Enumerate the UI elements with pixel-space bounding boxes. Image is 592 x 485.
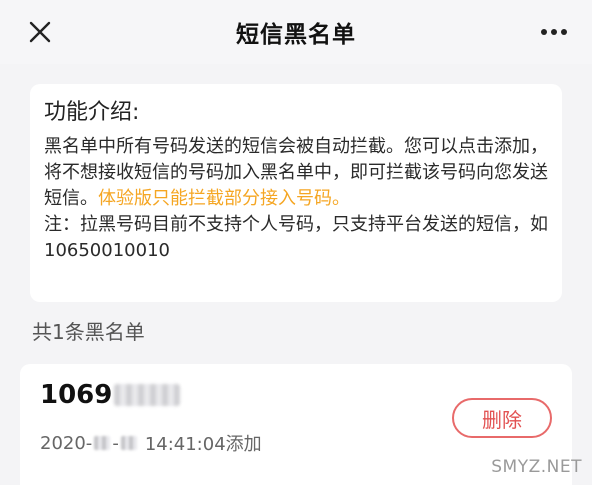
intro-highlight-text: 体验版只能拦截部分接入号码。: [98, 188, 350, 209]
more-icon: [541, 29, 567, 35]
redacted-day: [120, 436, 137, 450]
close-button[interactable]: [22, 14, 58, 50]
intro-note: 注：拉黑号码目前不支持个人号码，只支持平台发送的短信，如10650010010: [44, 214, 548, 261]
intro-body: 黑名单中所有号码发送的短信会被自动拦截。您可以点击添加，将不想接收短信的号码加入…: [44, 134, 548, 212]
intro-title: 功能介绍:: [44, 100, 140, 125]
date-separator: -: [112, 432, 119, 454]
top-bar: 短信黑名单: [0, 0, 592, 64]
phone-number-prefix: 1069: [40, 380, 113, 410]
date-prefix: 2020-: [40, 432, 93, 454]
close-icon: [29, 21, 51, 43]
redacted-number: [114, 384, 181, 406]
delete-button[interactable]: 删除: [452, 398, 552, 438]
phone-number: 1069: [40, 380, 181, 410]
watermark: SMYZ.NET: [491, 457, 582, 477]
more-button[interactable]: [534, 14, 574, 50]
redacted-month: [94, 436, 111, 450]
added-date: 2020- - 14:41:04添加: [40, 430, 262, 456]
date-suffix: 14:41:04添加: [144, 434, 262, 455]
blacklist-item: 1069 2020- - 14:41:04添加 删除: [20, 364, 572, 485]
intro-card: 功能介绍: 黑名单中所有号码发送的短信会被自动拦截。您可以点击添加，将不想接收短…: [30, 84, 562, 302]
page-title: 短信黑名单: [236, 22, 356, 48]
blacklist-count: 共1条黑名单: [32, 320, 145, 344]
